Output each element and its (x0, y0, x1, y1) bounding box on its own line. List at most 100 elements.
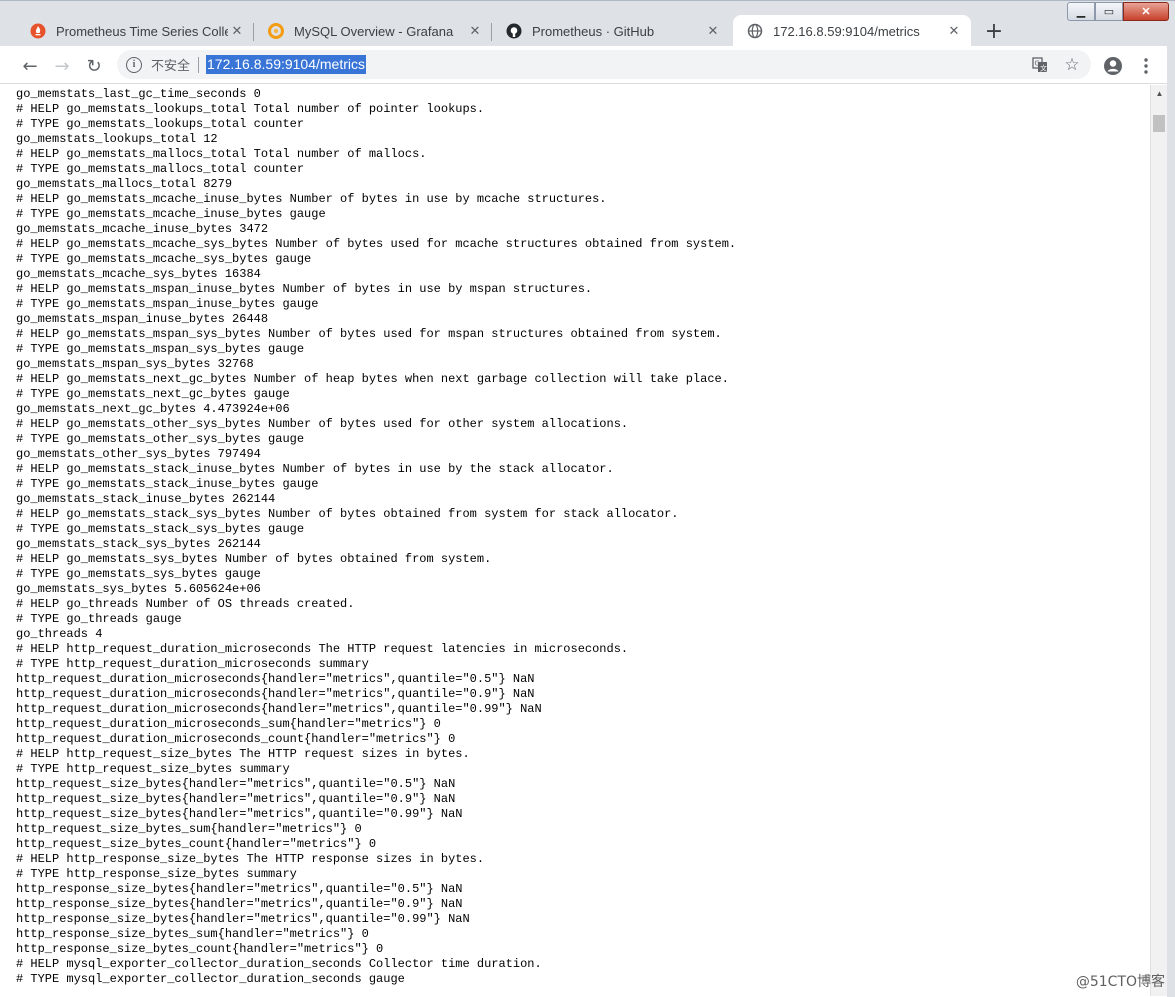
metrics-line: # TYPE go_memstats_mallocs_total counter (16, 162, 305, 176)
metrics-line: http_request_duration_microseconds{handl… (16, 672, 535, 686)
metrics-text: go_memstats_last_gc_time_seconds 0 # HELP… (16, 87, 736, 987)
metrics-line: http_request_duration_microseconds{handl… (16, 702, 542, 716)
metrics-line: go_memstats_stack_inuse_bytes 262144 (16, 492, 276, 506)
metrics-line: # HELP mysql_exporter_collector_duration… (16, 957, 542, 971)
metrics-line: http_response_size_bytes_count{handler="… (16, 942, 384, 956)
grafana-icon (268, 23, 284, 39)
omnibox-divider (198, 56, 200, 73)
metrics-line: go_memstats_sys_bytes 5.605624e+06 (16, 582, 261, 596)
metrics-line: http_request_size_bytes{handler="metrics… (16, 792, 456, 806)
metrics-line: go_memstats_other_sys_bytes 797494 (16, 447, 261, 461)
metrics-line: # TYPE http_response_size_bytes summary (16, 867, 297, 881)
window-close-button[interactable]: ✕ (1123, 2, 1169, 21)
metrics-line: http_request_duration_microseconds_sum{h… (16, 717, 441, 731)
tab-grafana[interactable]: MySQL Overview - Grafana ✕ (254, 15, 492, 47)
metrics-line: # HELP http_response_size_bytes The HTTP… (16, 852, 485, 866)
not-secure-label[interactable]: 不安全 (151, 55, 190, 74)
forward-button[interactable]: → (48, 52, 76, 80)
metrics-line: # TYPE http_request_size_bytes summary (16, 762, 290, 776)
metrics-line: # TYPE go_memstats_mcache_sys_bytes gaug… (16, 252, 312, 266)
info-icon[interactable]: i (126, 56, 142, 73)
metrics-line: # TYPE go_memstats_mspan_inuse_bytes gau… (16, 297, 319, 311)
page-content: go_memstats_last_gc_time_seconds 0 # HELP… (0, 85, 1150, 996)
metrics-line: http_response_size_bytes{handler="metric… (16, 912, 470, 926)
tab-strip: Prometheus Time Series Collec ✕ MySQL Ov… (0, 0, 1175, 47)
github-icon (506, 23, 522, 39)
close-icon[interactable]: ✕ (945, 22, 963, 40)
menu-icon[interactable] (1132, 52, 1160, 80)
window-controls: ▁ ▭ ✕ (1067, 2, 1169, 22)
star-icon[interactable]: ☆ (1059, 50, 1085, 79)
metrics-line: # HELP go_memstats_lookups_total Total n… (16, 102, 485, 116)
reload-button[interactable]: ↻ (80, 52, 108, 80)
metrics-line: http_request_duration_microseconds{handl… (16, 687, 535, 701)
metrics-line: go_threads 4 (16, 627, 103, 641)
metrics-line: # HELP http_request_duration_microsecond… (16, 642, 629, 656)
tab-prometheus-collector[interactable]: Prometheus Time Series Collec ✕ (16, 15, 254, 47)
metrics-line: go_memstats_last_gc_time_seconds 0 (16, 87, 261, 101)
metrics-line: # TYPE http_request_duration_microsecond… (16, 657, 369, 671)
globe-icon (747, 23, 763, 39)
metrics-line: # HELP http_request_size_bytes The HTTP … (16, 747, 470, 761)
metrics-line: go_memstats_stack_sys_bytes 262144 (16, 537, 261, 551)
window-border (1167, 46, 1175, 997)
metrics-line: # HELP go_memstats_stack_inuse_bytes Num… (16, 462, 614, 476)
minimize-button[interactable]: ▁ (1067, 2, 1095, 21)
tab-title: Prometheus Time Series Collec (56, 23, 228, 39)
metrics-line: # HELP go_memstats_mallocs_total Total n… (16, 147, 427, 161)
scroll-up-arrow-icon[interactable]: ▲ (1151, 85, 1168, 102)
close-icon[interactable]: ✕ (466, 22, 484, 40)
metrics-line: go_memstats_mspan_inuse_bytes 26448 (16, 312, 269, 326)
metrics-line: http_request_size_bytes{handler="metrics… (16, 777, 456, 791)
account-icon[interactable] (1099, 52, 1127, 80)
metrics-line: http_request_size_bytes_sum{handler="met… (16, 822, 362, 836)
address-bar[interactable]: i 不安全 172.16.8.59:9104/metrics 文G ☆ (117, 50, 1091, 79)
metrics-line: # TYPE go_memstats_mcache_inuse_bytes ga… (16, 207, 326, 221)
metrics-line: http_request_size_bytes_count{handler="m… (16, 837, 377, 851)
tab-title: MySQL Overview - Grafana (294, 23, 454, 39)
url-text[interactable]: 172.16.8.59:9104/metrics (206, 55, 367, 74)
close-icon[interactable]: ✕ (704, 22, 722, 40)
metrics-line: # HELP go_memstats_mspan_inuse_bytes Num… (16, 282, 593, 296)
metrics-line: # TYPE go_memstats_next_gc_bytes gauge (16, 387, 290, 401)
metrics-line: # HELP go_memstats_other_sys_bytes Numbe… (16, 417, 629, 431)
browser-toolbar: ← → ↻ i 不安全 172.16.8.59:9104/metrics 文G … (0, 46, 1175, 84)
metrics-line: http_response_size_bytes{handler="metric… (16, 882, 463, 896)
metrics-line: go_memstats_lookups_total 12 (16, 132, 218, 146)
metrics-line: # HELP go_threads Number of OS threads c… (16, 597, 355, 611)
tab-github[interactable]: Prometheus · GitHub ✕ (492, 15, 730, 47)
metrics-line: # TYPE go_memstats_stack_inuse_bytes gau… (16, 477, 319, 491)
scroll-thumb[interactable] (1153, 115, 1165, 132)
metrics-line: http_request_size_bytes{handler="metrics… (16, 807, 463, 821)
metrics-line: # TYPE go_memstats_lookups_total counter (16, 117, 305, 131)
svg-text:G: G (1035, 59, 1040, 67)
svg-text:文: 文 (1040, 63, 1047, 72)
metrics-line: # TYPE go_threads gauge (16, 612, 182, 626)
metrics-line: # HELP go_memstats_stack_sys_bytes Numbe… (16, 507, 679, 521)
metrics-line: go_memstats_mcache_inuse_bytes 3472 (16, 222, 269, 236)
metrics-line: # HELP go_memstats_sys_bytes Number of b… (16, 552, 492, 566)
metrics-line: # HELP go_memstats_next_gc_bytes Number … (16, 372, 729, 386)
metrics-line: # TYPE go_memstats_sys_bytes gauge (16, 567, 261, 581)
metrics-line: # TYPE go_memstats_mspan_sys_bytes gauge (16, 342, 305, 356)
back-button[interactable]: ← (16, 52, 44, 80)
watermark: @51CTO博客 (1075, 974, 1165, 990)
metrics-line: # HELP go_memstats_mcache_inuse_bytes Nu… (16, 192, 607, 206)
metrics-line: http_request_duration_microseconds_count… (16, 732, 456, 746)
translate-icon[interactable]: 文G (1027, 50, 1053, 79)
metrics-line: go_memstats_mallocs_total 8279 (16, 177, 233, 191)
metrics-line: http_response_size_bytes{handler="metric… (16, 897, 463, 911)
new-tab-button[interactable]: + (980, 17, 1008, 45)
metrics-line: # HELP go_memstats_mspan_sys_bytes Numbe… (16, 327, 722, 341)
metrics-line: # TYPE go_memstats_stack_sys_bytes gauge (16, 522, 305, 536)
metrics-line: go_memstats_next_gc_bytes 4.473924e+06 (16, 402, 290, 416)
metrics-line: # TYPE mysql_exporter_collector_duration… (16, 972, 405, 986)
tab-title: Prometheus · GitHub (532, 23, 655, 39)
metrics-line: go_memstats_mcache_sys_bytes 16384 (16, 267, 261, 281)
tab-metrics[interactable]: 172.16.8.59:9104/metrics ✕ (733, 15, 971, 47)
maximize-button[interactable]: ▭ (1095, 2, 1123, 21)
vertical-scrollbar[interactable]: ▲ (1150, 85, 1167, 996)
metrics-line: go_memstats_mspan_sys_bytes 32768 (16, 357, 254, 371)
close-icon[interactable]: ✕ (228, 22, 246, 40)
tab-title: 172.16.8.59:9104/metrics (773, 23, 920, 39)
